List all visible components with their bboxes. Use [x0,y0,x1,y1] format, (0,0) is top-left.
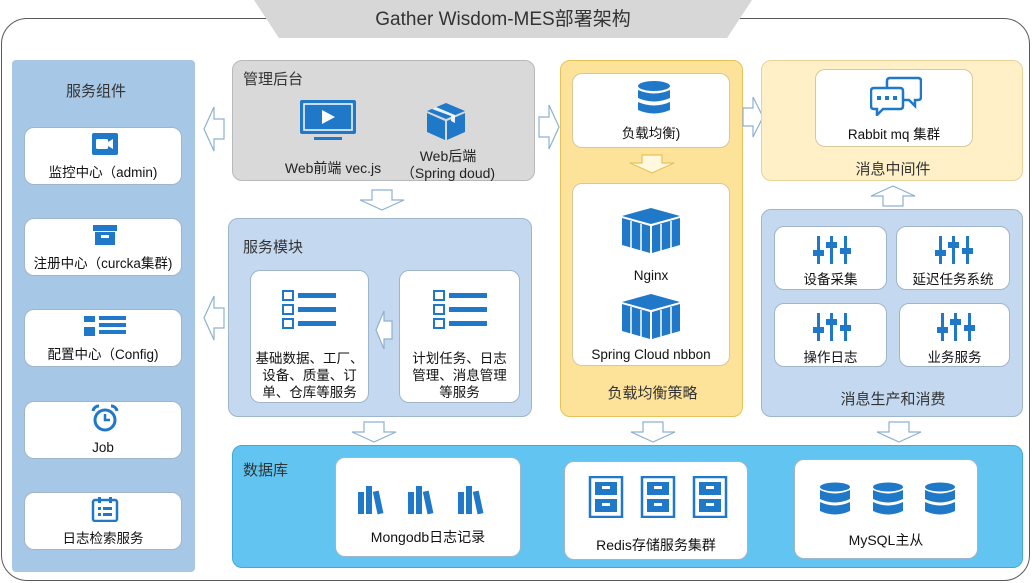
arrow-left-icon [203,295,225,341]
list-icon [433,290,489,330]
database-stack-icon [636,80,672,120]
server-cubes-icon [618,292,684,340]
books-icon [358,482,498,516]
mysql-card[interactable]: MySQL主从 [794,459,978,559]
video-camera-icon [91,132,119,156]
sliders-icon [934,236,974,264]
sliders-icon [812,313,852,341]
service-components-panel: 服务组件 监控中心（admin) 注册中心（curcka集群) 配置中心（Con… [12,60,195,572]
message-production-panel: 设备采集 延迟任务系统 操作日志 业务服务 消息生产和消费 [761,209,1023,417]
arrow-down-icon [629,154,675,174]
component-log-search[interactable]: 日志检索服务 [24,492,182,550]
producer-label: 设备采集 [803,272,858,287]
database-title: 数据库 [243,462,289,479]
module-label-line: 设备、质量、订 [262,368,357,383]
calendar-list-icon [91,496,119,522]
producer-label: 延迟任务系统 [912,272,994,287]
component-label: 日志检索服务 [62,531,144,546]
service-modules-panel: 服务模块 基础数据、工厂、 设备、质量、订 单、仓库等服务 计划任务、日志 管理… [228,218,532,417]
mongodb-card[interactable]: Mongodb日志记录 [335,457,521,557]
arrow-up-icon [870,185,916,207]
component-config-center[interactable]: 配置中心（Config) [24,309,182,367]
producer-operation-log[interactable]: 操作日志 [774,303,887,367]
producer-delay-task[interactable]: 延迟任务系统 [896,226,1010,290]
spring-cloud-label: Spring Cloud nbbon [591,347,711,362]
arrow-left-icon [203,106,225,152]
module-label-line: 等服务 [439,385,480,400]
producer-business-service[interactable]: 业务服务 [899,303,1010,367]
load-balance-title: 负载均衡策略 [607,385,698,402]
web-backend-label-line2: （Spring doud) [400,165,496,181]
module-plan-tasks[interactable]: 计划任务、日志 管理、消息管理 等服务 [399,270,520,403]
sliders-icon [812,236,852,264]
component-label: 监控中心（admin) [48,165,158,180]
load-balance-panel: 负载均衡) Nginx Spring Cloud nbbon 负载均衡策略 [560,60,743,417]
arrow-right-icon [538,104,560,150]
arrow-down-icon [630,421,676,443]
module-basic-data[interactable]: 基础数据、工厂、 设备、质量、订 单、仓库等服务 [250,270,369,403]
module-label-line: 管理、消息管理 [412,368,507,383]
message-middleware-title: 消息中间件 [855,161,931,178]
producer-label: 业务服务 [927,350,982,365]
database-icon [818,482,958,518]
message-middleware-panel: Rabbit mq 集群 消息中间件 [761,60,1023,181]
list-grid-icon [84,315,126,337]
load-balancer-card[interactable]: 负载均衡) [572,73,730,148]
mysql-label: MySQL主从 [848,532,924,548]
archive-box-icon [93,224,117,246]
rabbitmq-card[interactable]: Rabbit mq 集群 [815,69,973,147]
module-label-line: 计划任务、日志 [412,351,507,366]
arrow-down-icon [351,421,397,443]
sliders-icon [936,313,976,341]
admin-backend-title: 管理后台 [243,71,304,88]
module-label-line: 单、仓库等服务 [262,385,357,400]
component-label: 注册中心（curcka集群) [33,256,173,271]
file-cabinet-icon [588,476,728,518]
nginx-label: Nginx [633,268,669,283]
list-icon [282,290,338,330]
module-label-line: 基础数据、工厂、 [255,351,364,366]
arrow-left-icon [375,310,393,350]
web-frontend-label: Web前端 vec.js [284,160,382,176]
component-monitor-center[interactable]: 监控中心（admin) [24,127,182,185]
arrow-down-icon [876,421,922,443]
server-cubes-icon [618,206,684,254]
redis-label: Redis存储服务集群 [596,537,716,553]
nginx-cluster-card[interactable]: Nginx Spring Cloud nbbon [572,183,730,366]
rabbitmq-label: Rabbit mq 集群 [847,127,941,142]
component-label: 配置中心（Config) [47,347,159,362]
alarm-clock-icon [90,404,120,432]
component-registry-center[interactable]: 注册中心（curcka集群) [24,218,182,276]
producer-device-collection[interactable]: 设备采集 [774,226,887,290]
admin-backend-panel: 管理后台 Web前端 vec.js Web后端 （Spring doud) [232,60,535,181]
component-job[interactable]: Job [24,401,182,459]
service-components-title: 服务组件 [66,83,127,100]
package-box-icon [423,101,469,141]
mongodb-label: Mongodb日志记录 [370,529,486,545]
producer-label: 操作日志 [803,350,858,365]
arrow-down-icon [359,189,405,211]
diagram-title: Gather Wisdom-MES部署架构 [375,9,631,30]
database-panel: 数据库 Mongodb日志记录 Redis存储服务集群 MySQL主从 [232,445,1023,568]
chat-bubbles-icon [870,76,922,116]
monitor-icon [299,99,357,141]
service-modules-title: 服务模块 [243,239,304,256]
component-label: Job [92,440,114,455]
message-production-title: 消息生产和消费 [840,391,946,408]
load-balancer-label: 负载均衡) [621,126,681,141]
redis-card[interactable]: Redis存储服务集群 [564,461,748,560]
